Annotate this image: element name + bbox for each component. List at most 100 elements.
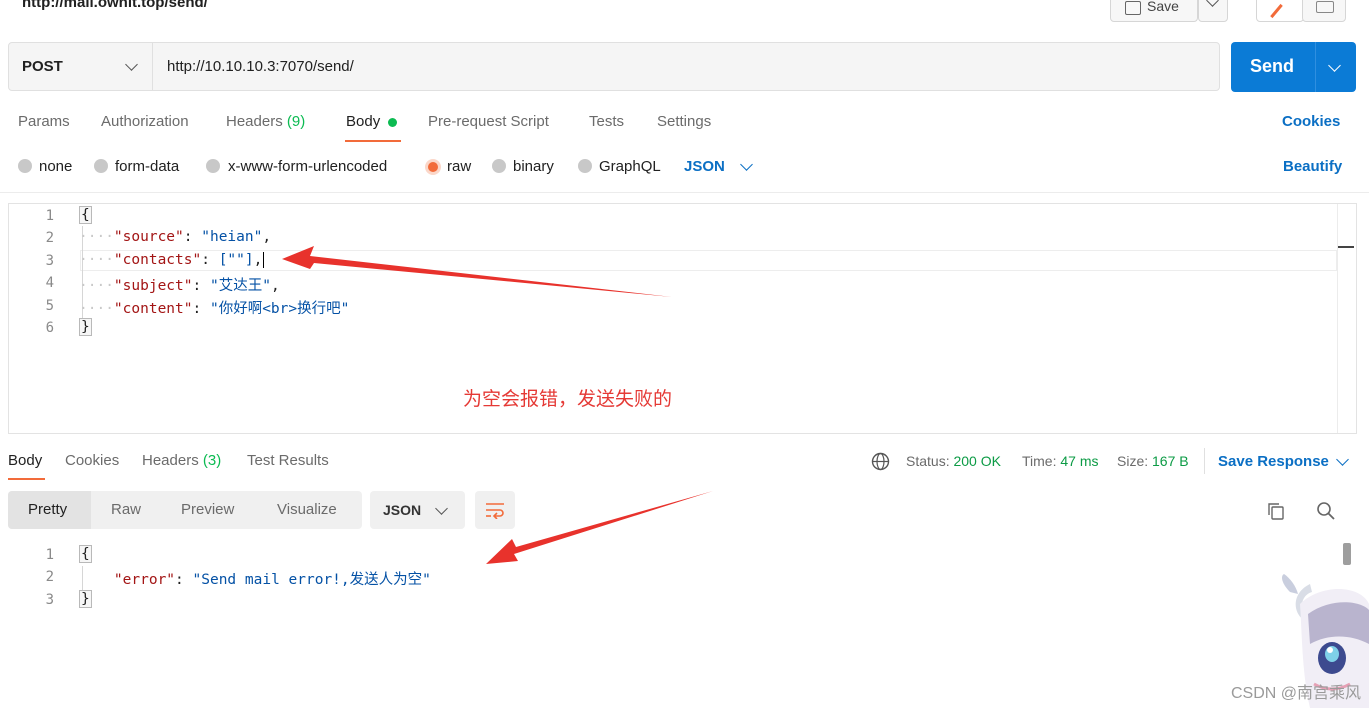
cookies-link[interactable]: Cookies (1282, 113, 1340, 130)
beautify-link[interactable]: Beautify (1283, 158, 1342, 175)
code-line: ····"subject": "艾达王", (79, 278, 280, 294)
response-tab-headers[interactable]: Headers (3) (142, 452, 221, 469)
tab-prerequest-script[interactable]: Pre-request Script (428, 113, 549, 130)
view-pretty[interactable]: Pretty (28, 501, 67, 518)
code-line: } (79, 318, 92, 336)
response-tab-cookies[interactable]: Cookies (65, 452, 119, 469)
line-number: 5 (45, 298, 54, 314)
tab-params[interactable]: Params (18, 113, 70, 130)
json-key: "content" (113, 301, 193, 317)
body-format-select[interactable]: JSON (684, 158, 725, 175)
tab-headers-count: (9) (286, 113, 306, 130)
time-value: 47 ms (1060, 453, 1099, 469)
response-tab-headers-label: Headers (142, 452, 199, 469)
view-preview[interactable]: Preview (181, 501, 234, 518)
line-number: 2 (45, 230, 54, 246)
scrollbar-marker (1338, 246, 1354, 248)
radio-form-data[interactable] (94, 159, 108, 173)
annotation-arrow (486, 491, 713, 564)
line-number: 1 (45, 208, 54, 224)
response-tab-body[interactable]: Body (8, 452, 42, 469)
chevron-down-icon (740, 158, 753, 171)
view-visualize[interactable]: Visualize (277, 501, 337, 518)
open-brace: { (79, 545, 92, 563)
save-button[interactable]: Save (1110, 0, 1198, 22)
size-readout[interactable]: Size: 167 B (1117, 453, 1189, 469)
code-line: "error": "Send mail error!,发送人为空" (113, 572, 431, 588)
copy-icon[interactable] (1266, 501, 1286, 521)
json-key: "subject" (113, 278, 193, 294)
line-number: 2 (45, 569, 54, 585)
annotation-text: 为空会报错，发送失败的 (463, 389, 673, 410)
radio-binary[interactable] (492, 159, 506, 173)
radio-form-data-label: form-data (115, 158, 180, 175)
comment-icon (1316, 1, 1334, 13)
annotation-arrow (282, 246, 672, 297)
tab-tests[interactable]: Tests (589, 113, 624, 130)
radio-none-label: none (39, 158, 73, 175)
tab-body[interactable]: Body (346, 113, 380, 130)
tab-authorization[interactable]: Authorization (101, 113, 189, 130)
tab-url-title: http://mail.ownit.top/send/ (22, 0, 208, 11)
json-key: "error" (113, 572, 176, 588)
status-label: Status: (906, 453, 950, 469)
line-number: 3 (45, 253, 54, 269)
line-number: 1 (45, 547, 54, 563)
line-number: 4 (45, 275, 54, 291)
code-line: { (79, 545, 92, 563)
json-value: "heian" (201, 229, 263, 245)
radio-none[interactable] (18, 159, 32, 173)
json-value: [""] (218, 252, 254, 268)
radio-graphql[interactable] (578, 159, 592, 173)
view-raw[interactable]: Raw (111, 501, 141, 518)
json-value: "艾达王" (209, 278, 271, 294)
response-format-label: JSON (383, 502, 422, 518)
method-label: POST (22, 58, 63, 75)
save-label: Save (1147, 0, 1179, 14)
search-icon[interactable] (1316, 501, 1336, 521)
edit-button[interactable] (1256, 0, 1304, 22)
save-dropdown-button[interactable] (1198, 0, 1228, 22)
json-key: "contacts" (113, 252, 202, 268)
size-label: Size: (1117, 453, 1149, 469)
radio-graphql-label: GraphQL (599, 158, 661, 175)
chevron-down-icon (1336, 453, 1349, 466)
radio-raw[interactable] (425, 159, 441, 175)
json-value: "Send mail error!,发送人为空" (192, 572, 431, 588)
response-tab-test-results[interactable]: Test Results (247, 452, 329, 469)
section-divider (0, 192, 1369, 193)
radio-binary-label: binary (513, 158, 554, 175)
close-brace: } (79, 318, 92, 336)
radio-urlencoded-label: x-www-form-urlencoded (228, 158, 388, 175)
tab-headers[interactable]: Headers (9) (226, 113, 305, 130)
status-value: 200 OK (953, 453, 1001, 469)
radio-urlencoded[interactable] (206, 159, 220, 173)
send-label: Send (1250, 56, 1295, 76)
url-input[interactable]: http://10.10.10.3:7070/send/ (167, 58, 354, 75)
save-icon (1125, 1, 1141, 15)
comments-button[interactable] (1302, 0, 1346, 22)
status-divider (1204, 448, 1205, 474)
time-readout[interactable]: Time: 47 ms (1022, 453, 1099, 469)
code-line: ····"contacts": [""], (79, 252, 274, 268)
pencil-icon (1270, 3, 1283, 19)
watermark: CSDN @南宫乘风 (1231, 685, 1362, 702)
response-tab-headers-count: (3) (202, 452, 222, 469)
body-active-dot (388, 118, 397, 127)
open-brace: { (79, 206, 92, 224)
tab-active-underline (345, 140, 401, 142)
globe-icon[interactable] (871, 452, 890, 471)
size-value: 167 B (1152, 453, 1189, 469)
code-line: } (79, 590, 92, 608)
line-number: 3 (45, 592, 54, 608)
time-label: Time: (1022, 453, 1057, 469)
tab-headers-label: Headers (226, 113, 283, 130)
response-tab-underline (8, 478, 45, 480)
editor-scrollbar[interactable] (1337, 204, 1357, 433)
tab-settings[interactable]: Settings (657, 113, 711, 130)
status-readout[interactable]: Status: 200 OK (906, 453, 1001, 469)
save-response-button[interactable]: Save Response (1218, 453, 1329, 470)
code-line: ····"source": "heian", (79, 229, 272, 245)
code-line: { (79, 206, 92, 224)
response-scrollbar[interactable] (1343, 543, 1351, 565)
